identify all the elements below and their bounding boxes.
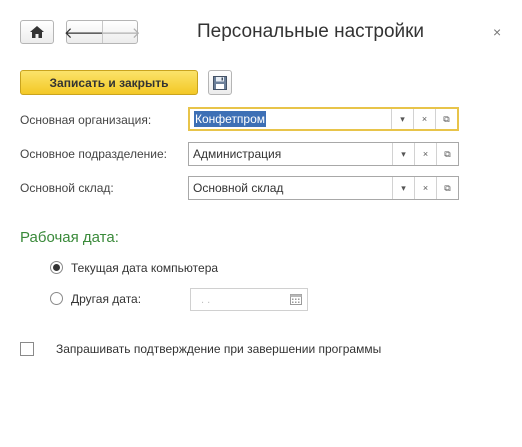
department-clear-button[interactable]: ×	[414, 143, 436, 165]
department-value[interactable]: Администрация	[189, 143, 392, 165]
organization-field[interactable]: Конфетпром ▾ × ⧉	[188, 107, 459, 131]
confirm-exit-checkbox[interactable]	[20, 342, 34, 356]
home-icon	[30, 26, 44, 38]
radio-current-date[interactable]	[50, 261, 63, 274]
department-label: Основное подразделение:	[20, 147, 167, 161]
warehouse-field[interactable]: Основной склад ▾ × ⧉	[188, 176, 459, 200]
chevron-down-icon: ▾	[401, 148, 406, 159]
warehouse-label: Основной склад:	[20, 181, 114, 195]
organization-dropdown-button[interactable]: ▾	[391, 109, 413, 129]
warehouse-open-button[interactable]: ⧉	[436, 177, 458, 199]
clear-icon: ×	[422, 183, 429, 193]
chevron-down-icon: ▾	[400, 113, 405, 124]
organization-clear-button[interactable]: ×	[413, 109, 435, 129]
confirm-exit-label[interactable]: Запрашивать подтверждение при завершении…	[56, 342, 381, 356]
department-open-button[interactable]: ⧉	[436, 143, 458, 165]
organization-value[interactable]: Конфетпром	[190, 109, 391, 129]
save-button[interactable]	[208, 70, 232, 95]
organization-label: Основная организация:	[20, 113, 152, 127]
clear-icon: ×	[422, 149, 429, 159]
page-title: Персональные настройки	[197, 21, 425, 42]
other-date-input[interactable]: . .	[190, 288, 308, 311]
clear-icon: ×	[421, 114, 428, 124]
back-button[interactable]: 🡐	[63, 21, 105, 43]
other-date-value[interactable]: . .	[191, 289, 285, 310]
department-field[interactable]: Администрация ▾ × ⧉	[188, 142, 459, 166]
history-nav-group: 🡐 🡒	[63, 20, 141, 44]
home-button[interactable]	[20, 20, 54, 44]
warehouse-dropdown-button[interactable]: ▾	[392, 177, 414, 199]
warehouse-clear-button[interactable]: ×	[414, 177, 436, 199]
radio-other-date[interactable]	[50, 292, 63, 305]
arrow-right-icon: 🡒	[100, 24, 141, 42]
chevron-down-icon: ▾	[401, 182, 406, 193]
warehouse-value[interactable]: Основной склад	[189, 177, 392, 199]
department-dropdown-button[interactable]: ▾	[392, 143, 414, 165]
radio-current-date-label[interactable]: Текущая дата компьютера	[71, 261, 218, 275]
open-form-icon: ⧉	[444, 182, 451, 193]
organization-open-button[interactable]: ⧉	[435, 109, 457, 129]
calendar-button[interactable]	[285, 289, 307, 310]
close-icon[interactable]: ×	[493, 24, 501, 40]
open-form-icon: ⧉	[444, 148, 451, 159]
arrow-left-icon: 🡐	[63, 24, 105, 42]
work-date-section-title: Рабочая дата:	[20, 229, 119, 246]
forward-button[interactable]: 🡒	[100, 21, 141, 43]
save-and-close-button[interactable]: Записать и закрыть	[20, 70, 198, 95]
open-form-icon: ⧉	[443, 113, 450, 124]
floppy-disk-icon	[213, 75, 227, 90]
radio-other-date-label[interactable]: Другая дата:	[71, 292, 141, 306]
calendar-icon	[290, 294, 302, 305]
